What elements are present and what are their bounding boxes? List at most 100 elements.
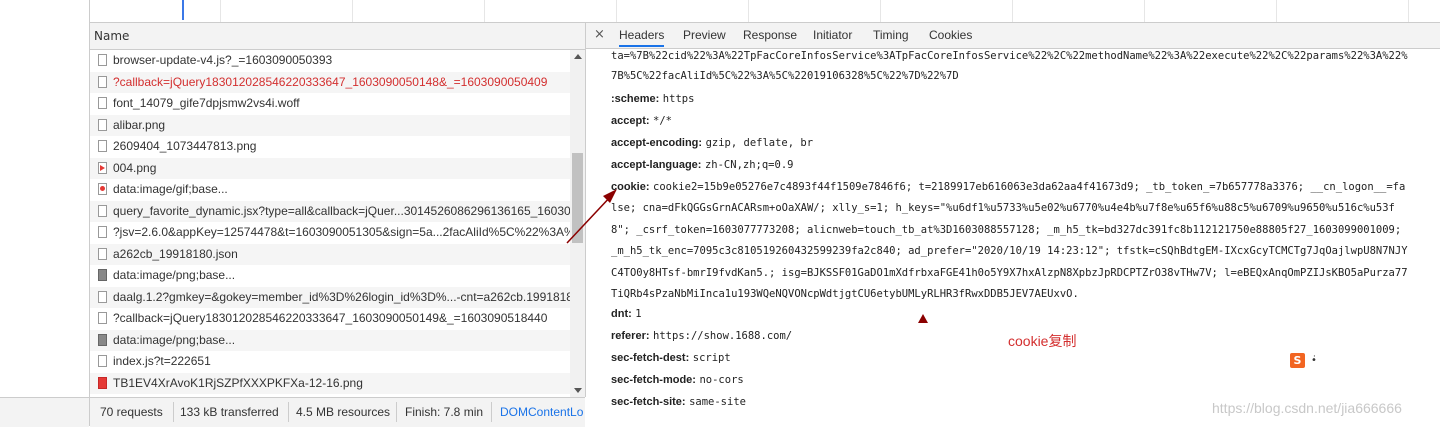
file-icon bbox=[98, 97, 107, 109]
header-accept-language: accept-language: zh-CN,zh;q=0.9 bbox=[611, 158, 793, 171]
file-icon bbox=[98, 312, 107, 324]
ime-toolbar[interactable]: S •̇ bbox=[1285, 351, 1331, 373]
request-count: 70 requests bbox=[100, 405, 163, 419]
timeline-gridline bbox=[484, 0, 485, 22]
name-column-header[interactable]: Name bbox=[90, 23, 585, 50]
header-key: sec-fetch-mode: bbox=[611, 374, 696, 386]
request-row[interactable]: data:image/png;base... bbox=[90, 265, 570, 286]
tab-headers[interactable]: Headers bbox=[619, 28, 665, 47]
tab-preview[interactable]: Preview bbox=[683, 28, 726, 42]
cookie-value-line: C4TO0y8HTsf-bmrI9fvdKan5.; isg=BJKSSF01G… bbox=[611, 267, 1408, 279]
timeline-gridline bbox=[1144, 0, 1145, 22]
request-name: browser-update-v4.js?_=1603090050393 bbox=[113, 53, 333, 67]
request-name: TB1EV4XrAvoK1RjSZPfXXXPKFXa-12-16.png bbox=[113, 375, 363, 390]
request-row[interactable]: 2609404_1073447813.png bbox=[90, 136, 570, 157]
request-name: ?jsv=2.6.0&appKey=12574478&t=16030900513… bbox=[113, 225, 570, 239]
cookie-value-line: _m_h5_tk_enc=7095c3c810519260432599239fa… bbox=[611, 245, 1408, 257]
request-row[interactable]: data:image/gif;base... bbox=[90, 179, 570, 200]
request-name: ?callback=jQuery18301202854622033364​7_1… bbox=[113, 311, 548, 325]
ime-menu-icon[interactable]: •̇ bbox=[1311, 355, 1317, 366]
network-overview-timeline[interactable] bbox=[90, 0, 1440, 23]
tab-cookies[interactable]: Cookies bbox=[929, 28, 972, 42]
cookie-value-line: lse; cna=dFkQGGsGrnACARsm+oOaXAW/; xlly_… bbox=[611, 202, 1395, 214]
request-name: data:image/png;base... bbox=[113, 268, 236, 282]
file-icon bbox=[98, 140, 107, 152]
tab-initiator[interactable]: Initiator bbox=[813, 28, 852, 42]
scroll-up-icon[interactable] bbox=[574, 54, 582, 59]
request-row[interactable]: query_favorite_dynamic.jsx?type=all&call… bbox=[90, 200, 570, 222]
divider bbox=[288, 402, 289, 422]
header-value: no-cors bbox=[699, 374, 744, 386]
request-row[interactable]: ?callback=jQuery18301202854622033364​7_1… bbox=[90, 71, 570, 93]
header-accept: accept: */* bbox=[611, 114, 672, 127]
timeline-gridline bbox=[880, 0, 881, 22]
request-name: data:image/png;base... bbox=[113, 332, 236, 347]
tab-response[interactable]: Response bbox=[743, 28, 797, 42]
request-row[interactable]: ?jsv=2.6.0&appKey=12574478&t=16030900513… bbox=[90, 222, 570, 243]
header-value: script bbox=[692, 352, 731, 364]
left-gutter-footer bbox=[0, 397, 89, 427]
request-name: index.js?t=222651 bbox=[113, 354, 211, 368]
network-summary-bar: 70 requests 133 kB transferred 4.5 MB re… bbox=[90, 397, 585, 427]
dom-content-loaded-marker bbox=[182, 0, 184, 20]
header-value: zh-CN,zh;q=0.9 bbox=[704, 159, 794, 171]
sogou-logo-icon[interactable]: S bbox=[1290, 353, 1305, 368]
request-name: 2609404_1073447813.png bbox=[113, 139, 257, 153]
cookie-value-line: TiQRb4sPzaNbMiInca1u193WQeNQVONcpWdtjgtC… bbox=[611, 288, 1079, 300]
header-key: dnt: bbox=[611, 308, 632, 320]
file-icon bbox=[98, 226, 107, 238]
scroll-down-icon[interactable] bbox=[574, 388, 582, 393]
request-name: 004.png bbox=[113, 160, 157, 175]
png-red-icon bbox=[98, 376, 107, 389]
request-name: alibar.png bbox=[113, 117, 166, 132]
file-icon bbox=[98, 355, 107, 367]
request-row[interactable]: alibar.png bbox=[90, 114, 570, 136]
close-icon[interactable]: × bbox=[594, 27, 605, 42]
detail-tab-bar: × Headers Preview Response Initiator Tim… bbox=[586, 23, 1440, 49]
header-key: sec-fetch-site: bbox=[611, 396, 686, 408]
header-value: https bbox=[662, 93, 695, 105]
request-row[interactable]: 004.png bbox=[90, 157, 570, 179]
request-row[interactable]: TB1EV4XrAvoK1RjSZPfXXXPKFXa-12-16.png bbox=[90, 372, 570, 394]
header-value: 1 bbox=[635, 308, 642, 320]
query-param-line: ta=%7B%22cid%22%3A%22TpFacCoreInfosServi… bbox=[611, 50, 1408, 62]
finish-time: Finish: 7.8 min bbox=[405, 405, 484, 419]
file-icon bbox=[98, 118, 107, 131]
header-value: https://show.1688.com/ bbox=[653, 330, 793, 342]
request-row[interactable]: ?callback=jQuery18301202854622033364​7_1… bbox=[90, 308, 570, 329]
header-scheme: :scheme: https bbox=[611, 92, 694, 105]
timeline-gridline bbox=[616, 0, 617, 22]
scrollbar-thumb[interactable] bbox=[572, 153, 583, 243]
tab-timing[interactable]: Timing bbox=[873, 28, 909, 42]
request-name: query_favorite_dynamic.jsx?type=all&call… bbox=[113, 203, 570, 218]
request-row[interactable]: font_14079_gife7dpjsmw2vs4i.woff bbox=[90, 93, 570, 114]
header-key: accept: bbox=[611, 115, 650, 127]
cookie-copy-annotation: cookie复制 bbox=[1008, 333, 1077, 349]
request-row[interactable]: a262cb_19918180.json bbox=[90, 243, 570, 265]
timeline-gridline bbox=[352, 0, 353, 22]
resources-size: 4.5 MB resources bbox=[296, 405, 391, 419]
request-row[interactable]: index.js?t=222651 bbox=[90, 351, 570, 372]
request-name: a262cb_19918180.json bbox=[113, 246, 238, 261]
header-key: sec-fetch-dest: bbox=[611, 352, 690, 364]
divider bbox=[173, 402, 174, 422]
file-icon bbox=[98, 247, 107, 260]
request-list: browser-update-v4.js?_=1603090050393 ?cal… bbox=[90, 50, 570, 397]
request-name-panel: Name browser-update-v4.js?_=160309005039… bbox=[90, 23, 586, 397]
request-name: font_14079_gife7dpjsmw2vs4i.woff bbox=[113, 96, 300, 110]
timeline-gridline bbox=[748, 0, 749, 22]
request-name: daalg.1.2?gmkey=&gokey=member_id%3D%26lo… bbox=[113, 289, 570, 304]
divider bbox=[396, 402, 397, 422]
request-row[interactable]: daalg.1.2?gmkey=&gokey=member_id%3D%26lo… bbox=[90, 286, 570, 308]
request-row[interactable]: data:image/png;base... bbox=[90, 329, 570, 351]
timeline-gridline bbox=[1012, 0, 1013, 22]
header-accept-encoding: accept-encoding: gzip, deflate, br bbox=[611, 136, 813, 149]
png-data-icon bbox=[98, 269, 107, 281]
dom-content-loaded-time: DOMContentLo bbox=[500, 405, 584, 419]
request-list-scrollbar[interactable] bbox=[570, 50, 585, 397]
png-data-icon bbox=[98, 333, 107, 346]
request-row[interactable]: browser-update-v4.js?_=1603090050393 bbox=[90, 50, 570, 71]
header-value: */* bbox=[653, 115, 672, 127]
header-value: cookie2=15b9e05276e7c4893f44f1509e7846f6… bbox=[653, 181, 1406, 193]
timeline-gridline bbox=[220, 0, 221, 22]
